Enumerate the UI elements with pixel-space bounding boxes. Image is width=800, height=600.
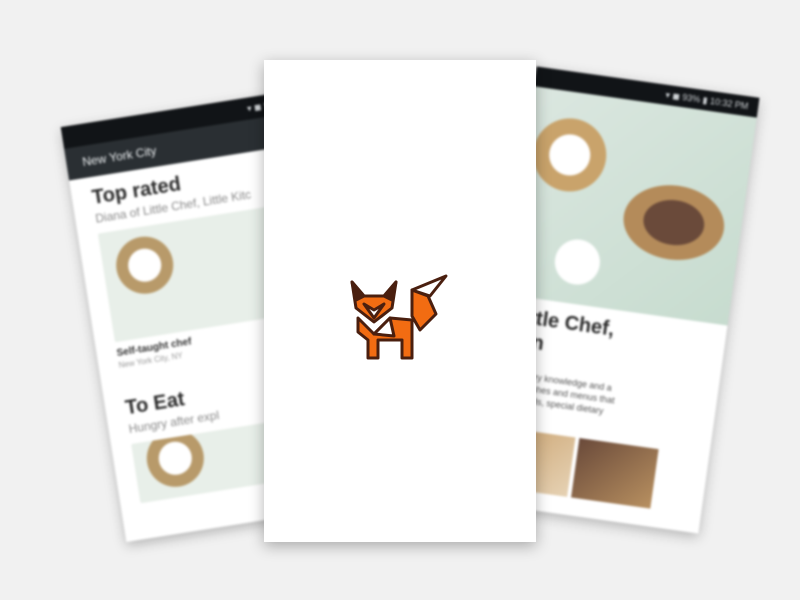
thumbnail-image — [571, 438, 659, 509]
splash-screen — [264, 60, 536, 542]
fox-logo-icon — [350, 274, 448, 360]
hero-food-photo — [504, 86, 757, 326]
